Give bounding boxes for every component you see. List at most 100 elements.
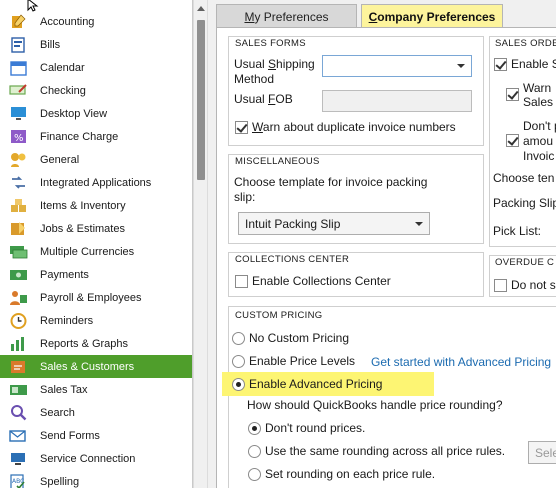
sidebar-item-items-inventory[interactable]: Items & Inventory bbox=[0, 194, 192, 217]
sidebar-item-label: Payroll & Employees bbox=[40, 291, 142, 304]
rounding-rule-select[interactable]: Sele bbox=[528, 441, 556, 464]
shipping-label-part: Usual bbox=[234, 57, 269, 71]
packing-slip-template-value: Intuit Packing Slip bbox=[245, 216, 341, 231]
enable-collections-center-checkbox[interactable] bbox=[235, 275, 248, 288]
sidebar-item-multiple-currencies[interactable]: Multiple Currencies bbox=[0, 240, 192, 263]
packing-slip-label: Packing Slip bbox=[493, 196, 556, 210]
sidebar-item-bills[interactable]: Bills bbox=[0, 33, 192, 56]
sidebar-item-label: Bills bbox=[40, 38, 61, 51]
advanced-pricing-link[interactable]: Get started with Advanced Pricing bbox=[371, 355, 551, 369]
overdue-title: OVERDUE C bbox=[495, 257, 555, 268]
payments-icon bbox=[9, 266, 28, 283]
dont-print-zero-amount-checkbox[interactable] bbox=[506, 134, 519, 147]
shipping-method-label: Usual Shipping bbox=[234, 57, 315, 71]
enable-sales-orders-label: Enable S bbox=[511, 57, 556, 71]
payroll-employees-icon bbox=[9, 289, 28, 306]
integrated-apps-icon bbox=[9, 174, 28, 191]
mouse-cursor-icon bbox=[27, 0, 39, 12]
tab-my-preferences[interactable]: My Preferences bbox=[216, 4, 357, 28]
sidebar-item-label: Checking bbox=[40, 84, 86, 97]
sidebar-item-label: Calendar bbox=[40, 61, 85, 74]
warn-dup-mnemonic: W bbox=[252, 120, 263, 134]
sidebar-item-payroll-employees[interactable]: Payroll & Employees bbox=[0, 286, 192, 309]
fob-label-part2: OB bbox=[275, 92, 293, 106]
same-rounding-radio[interactable] bbox=[248, 445, 261, 458]
sidebar-item-jobs-estimates[interactable]: Jobs & Estimates bbox=[0, 217, 192, 240]
chevron-down-icon bbox=[457, 64, 465, 68]
scrollbar-thumb[interactable] bbox=[197, 20, 205, 180]
tab-company-preferences[interactable]: Company Preferences bbox=[361, 4, 503, 28]
enable-price-levels-radio[interactable] bbox=[232, 355, 245, 368]
warn-duplicate-invoice-checkbox[interactable] bbox=[235, 121, 248, 134]
sidebar-item-calendar[interactable]: Calendar bbox=[0, 56, 192, 79]
choose-template-label: Choose ten bbox=[493, 171, 555, 185]
sidebar-item-send-forms[interactable]: Send Forms bbox=[0, 424, 192, 447]
no-custom-pricing-radio[interactable] bbox=[232, 332, 245, 345]
sidebar-item-general[interactable]: General bbox=[0, 148, 192, 171]
fob-field[interactable] bbox=[322, 90, 472, 112]
sidebar-item-desktop-view[interactable]: Desktop View bbox=[0, 102, 192, 125]
service-connection-icon bbox=[9, 450, 28, 467]
dont-round-prices-radio[interactable] bbox=[248, 422, 261, 435]
items-inventory-icon bbox=[9, 197, 28, 214]
sidebar-item-label: Finance Charge bbox=[40, 130, 119, 143]
collections-center-title: COLLECTIONS CENTER bbox=[235, 254, 350, 265]
shipping-label-part2: hipping bbox=[276, 57, 315, 71]
rounding-rule-select-value: Sele bbox=[535, 445, 556, 460]
custom-pricing-title: CUSTOM PRICING bbox=[235, 310, 323, 321]
enable-advanced-pricing-radio[interactable] bbox=[232, 378, 245, 391]
tab-my-preferences-label: y Preferences bbox=[254, 9, 329, 24]
dont-print-zero-amount-label-line2: amou bbox=[523, 134, 554, 148]
sidebar-item-checking[interactable]: Checking bbox=[0, 79, 192, 102]
shipping-method-label-line2: Method bbox=[234, 72, 275, 86]
chevron-down-icon bbox=[415, 222, 423, 226]
checking-icon bbox=[9, 82, 28, 99]
sidebar-item-label: Integrated Applications bbox=[40, 176, 152, 189]
dont-print-zero-amount-label-line3: Invoic bbox=[523, 149, 555, 163]
search-icon bbox=[9, 404, 28, 421]
sales-customers-icon bbox=[9, 358, 28, 375]
shipping-method-combo[interactable] bbox=[322, 55, 472, 77]
scroll-up-arrow-icon[interactable] bbox=[197, 6, 205, 11]
accounting-icon bbox=[9, 13, 28, 30]
sidebar-item-payments[interactable]: Payments bbox=[0, 263, 192, 286]
sidebar-item-spelling[interactable]: ABC Spelling bbox=[0, 470, 192, 488]
sidebar-item-label: Reminders bbox=[40, 314, 94, 327]
sidebar-item-label: Items & Inventory bbox=[40, 199, 126, 212]
sidebar-item-reminders[interactable]: Reminders bbox=[0, 309, 192, 332]
preferences-sidebar: Accounting Bills Calendar Checking Desktop V… bbox=[0, 0, 193, 488]
jobs-estimates-icon bbox=[9, 220, 28, 237]
sales-forms-title: SALES FORMS bbox=[235, 38, 306, 49]
shipping-label-mnemonic: S bbox=[268, 57, 277, 71]
sidebar-item-reports-graphs[interactable]: Reports & Graphs bbox=[0, 332, 192, 355]
sidebar-item-label: Payments bbox=[40, 268, 89, 281]
sidebar-item-accounting[interactable]: Accounting bbox=[0, 10, 192, 33]
send-forms-icon bbox=[9, 427, 28, 444]
sidebar-item-sales-customers[interactable]: Sales & Customers bbox=[0, 355, 192, 378]
sidebar-item-label: Desktop View bbox=[40, 107, 108, 120]
tab-my-preferences-mnemonic: M bbox=[244, 9, 255, 24]
packing-slip-template-label-line2: slip: bbox=[234, 190, 256, 204]
sidebar-item-label: Service Connection bbox=[40, 452, 136, 465]
sidebar-item-sales-tax[interactable]: Sales Tax bbox=[0, 378, 192, 401]
tab-company-preferences-label: ompany Preferences bbox=[377, 9, 496, 24]
fob-label: Usual FOB bbox=[234, 92, 293, 106]
reminders-icon bbox=[9, 312, 28, 329]
warn-duplicate-invoice-label: Warn about duplicate invoice numbers bbox=[252, 120, 456, 134]
sidebar-item-integrated-apps[interactable]: Integrated Applications bbox=[0, 171, 192, 194]
sidebar-item-finance-charge[interactable]: % Finance Charge bbox=[0, 125, 192, 148]
enable-sales-orders-checkbox[interactable] bbox=[494, 58, 507, 71]
packing-slip-template-select[interactable]: Intuit Packing Slip bbox=[238, 212, 430, 235]
dont-print-zero-amount-label: Don't p bbox=[523, 119, 556, 133]
no-custom-pricing-label: No Custom Pricing bbox=[249, 331, 350, 345]
finance-charge-icon: % bbox=[9, 128, 28, 145]
sidebar-item-search[interactable]: Search bbox=[0, 401, 192, 424]
overdue-do-not-checkbox[interactable] bbox=[494, 279, 507, 292]
rounding-each-rule-radio[interactable] bbox=[248, 468, 261, 481]
sidebar-item-service-connection[interactable]: Service Connection bbox=[0, 447, 192, 470]
calendar-icon bbox=[9, 59, 28, 76]
spelling-icon: ABC bbox=[9, 473, 28, 488]
sidebar-item-label: Send Forms bbox=[40, 429, 100, 442]
warn-duplicate-sales-order-checkbox[interactable] bbox=[506, 88, 519, 101]
sidebar-scrollbar[interactable] bbox=[193, 0, 208, 488]
